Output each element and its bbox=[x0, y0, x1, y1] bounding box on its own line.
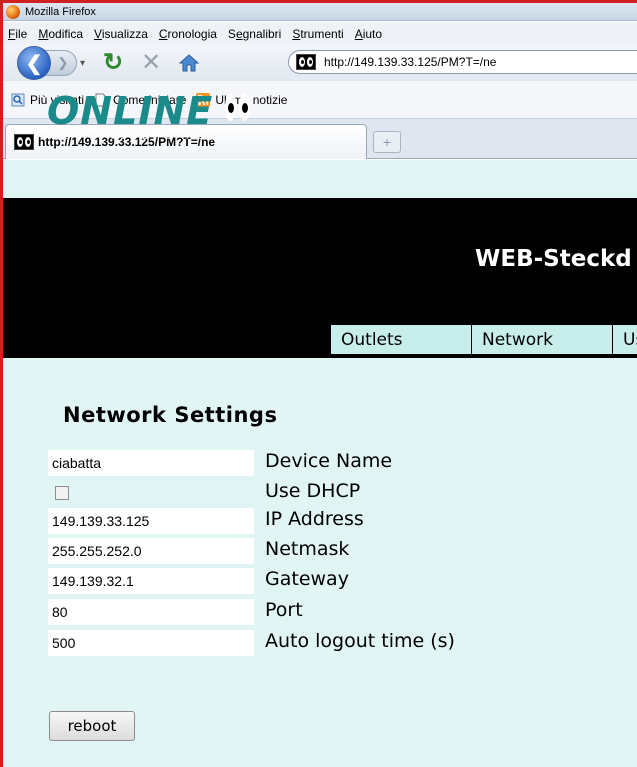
ip-address-label: IP Address bbox=[265, 508, 364, 530]
use-dhcp-label: Use DHCP bbox=[265, 480, 361, 502]
tab-users[interactable]: Us bbox=[612, 324, 637, 355]
ip-address-row: 149.139.33.125 IP Address bbox=[47, 507, 364, 535]
search-icon bbox=[11, 93, 25, 106]
browser-window: Mozilla Firefox File Modifica Visualizza… bbox=[0, 0, 637, 767]
plus-icon: + bbox=[382, 134, 392, 150]
use-dhcp-row: Use DHCP bbox=[47, 479, 360, 507]
brand-tagline: USV-SYSTEME AG bbox=[54, 131, 209, 142]
menu-strumenti[interactable]: Strumenti bbox=[292, 27, 343, 41]
tab-favicon-icon bbox=[14, 134, 34, 150]
auto-logout-row: 500 Auto logout time (s) bbox=[47, 629, 455, 657]
window-title: Mozilla Firefox bbox=[25, 5, 96, 18]
menu-aiuto[interactable]: Aiuto bbox=[355, 27, 382, 41]
netmask-label: Netmask bbox=[265, 538, 350, 560]
header-title: WEB-Steckd bbox=[475, 246, 632, 272]
home-icon[interactable] bbox=[178, 52, 200, 74]
url-text[interactable]: http://149.139.33.125/PM?T=/ne bbox=[324, 55, 496, 69]
history-dropdown-icon[interactable]: ▾ bbox=[80, 58, 85, 69]
navigation-toolbar: ❮ ❯ ▾ ↻ ✕ http://149.139.33.125/PM?T=/ne bbox=[3, 45, 637, 81]
address-bar[interactable]: http://149.139.33.125/PM?T=/ne bbox=[288, 50, 637, 74]
gateway-row: 149.139.32.1 Gateway bbox=[47, 567, 349, 595]
menu-cronologia[interactable]: Cronologia bbox=[159, 27, 217, 41]
port-row: 80 Port bbox=[47, 598, 303, 626]
auto-logout-field[interactable]: 500 bbox=[47, 629, 255, 657]
device-name-row: ciabatta Device Name bbox=[47, 449, 392, 477]
back-button[interactable]: ❮ bbox=[17, 46, 51, 80]
new-tab-button[interactable]: + bbox=[373, 131, 401, 153]
device-name-label: Device Name bbox=[265, 450, 393, 472]
port-label: Port bbox=[265, 599, 303, 621]
tab-network[interactable]: Network bbox=[471, 324, 612, 355]
title-bar: Mozilla Firefox bbox=[3, 3, 637, 21]
menu-bar: File Modifica Visualizza Cronologia Segn… bbox=[3, 22, 637, 45]
menu-visualizza[interactable]: Visualizza bbox=[94, 27, 148, 41]
firefox-logo-icon bbox=[6, 4, 20, 19]
auto-logout-label: Auto logout time (s) bbox=[265, 630, 455, 652]
tab-outlets[interactable]: Outlets bbox=[330, 324, 471, 355]
logo-eyes-icon bbox=[225, 93, 253, 121]
stop-icon[interactable]: ✕ bbox=[141, 51, 161, 75]
reload-icon[interactable]: ↻ bbox=[103, 51, 123, 75]
menu-modifica[interactable]: Modifica bbox=[38, 27, 83, 41]
gateway-field[interactable]: 149.139.32.1 bbox=[47, 567, 255, 595]
netmask-row: 255.255.252.0 Netmask bbox=[47, 537, 349, 565]
forward-arrow-icon: ❯ bbox=[57, 55, 69, 70]
device-nav-tabs: Outlets Network Us bbox=[330, 324, 637, 355]
use-dhcp-checkbox[interactable] bbox=[55, 486, 69, 500]
brand-name: ONLINE bbox=[47, 89, 214, 133]
netmask-field[interactable]: 255.255.252.0 bbox=[47, 537, 255, 565]
reboot-button[interactable]: reboot bbox=[49, 711, 135, 741]
menu-file[interactable]: File bbox=[8, 27, 27, 41]
port-field[interactable]: 80 bbox=[47, 598, 255, 626]
gateway-label: Gateway bbox=[265, 568, 349, 590]
site-favicon-icon bbox=[296, 54, 316, 70]
back-arrow-icon: ❮ bbox=[25, 52, 43, 75]
device-name-field[interactable]: ciabatta bbox=[47, 449, 255, 477]
menu-segnalibri[interactable]: Segnalibri bbox=[228, 27, 281, 41]
page-title: Network Settings bbox=[63, 403, 278, 427]
ip-address-field[interactable]: 149.139.33.125 bbox=[47, 507, 255, 535]
brand-logo: ONLINE USV-SYSTEME AG bbox=[47, 89, 297, 149]
